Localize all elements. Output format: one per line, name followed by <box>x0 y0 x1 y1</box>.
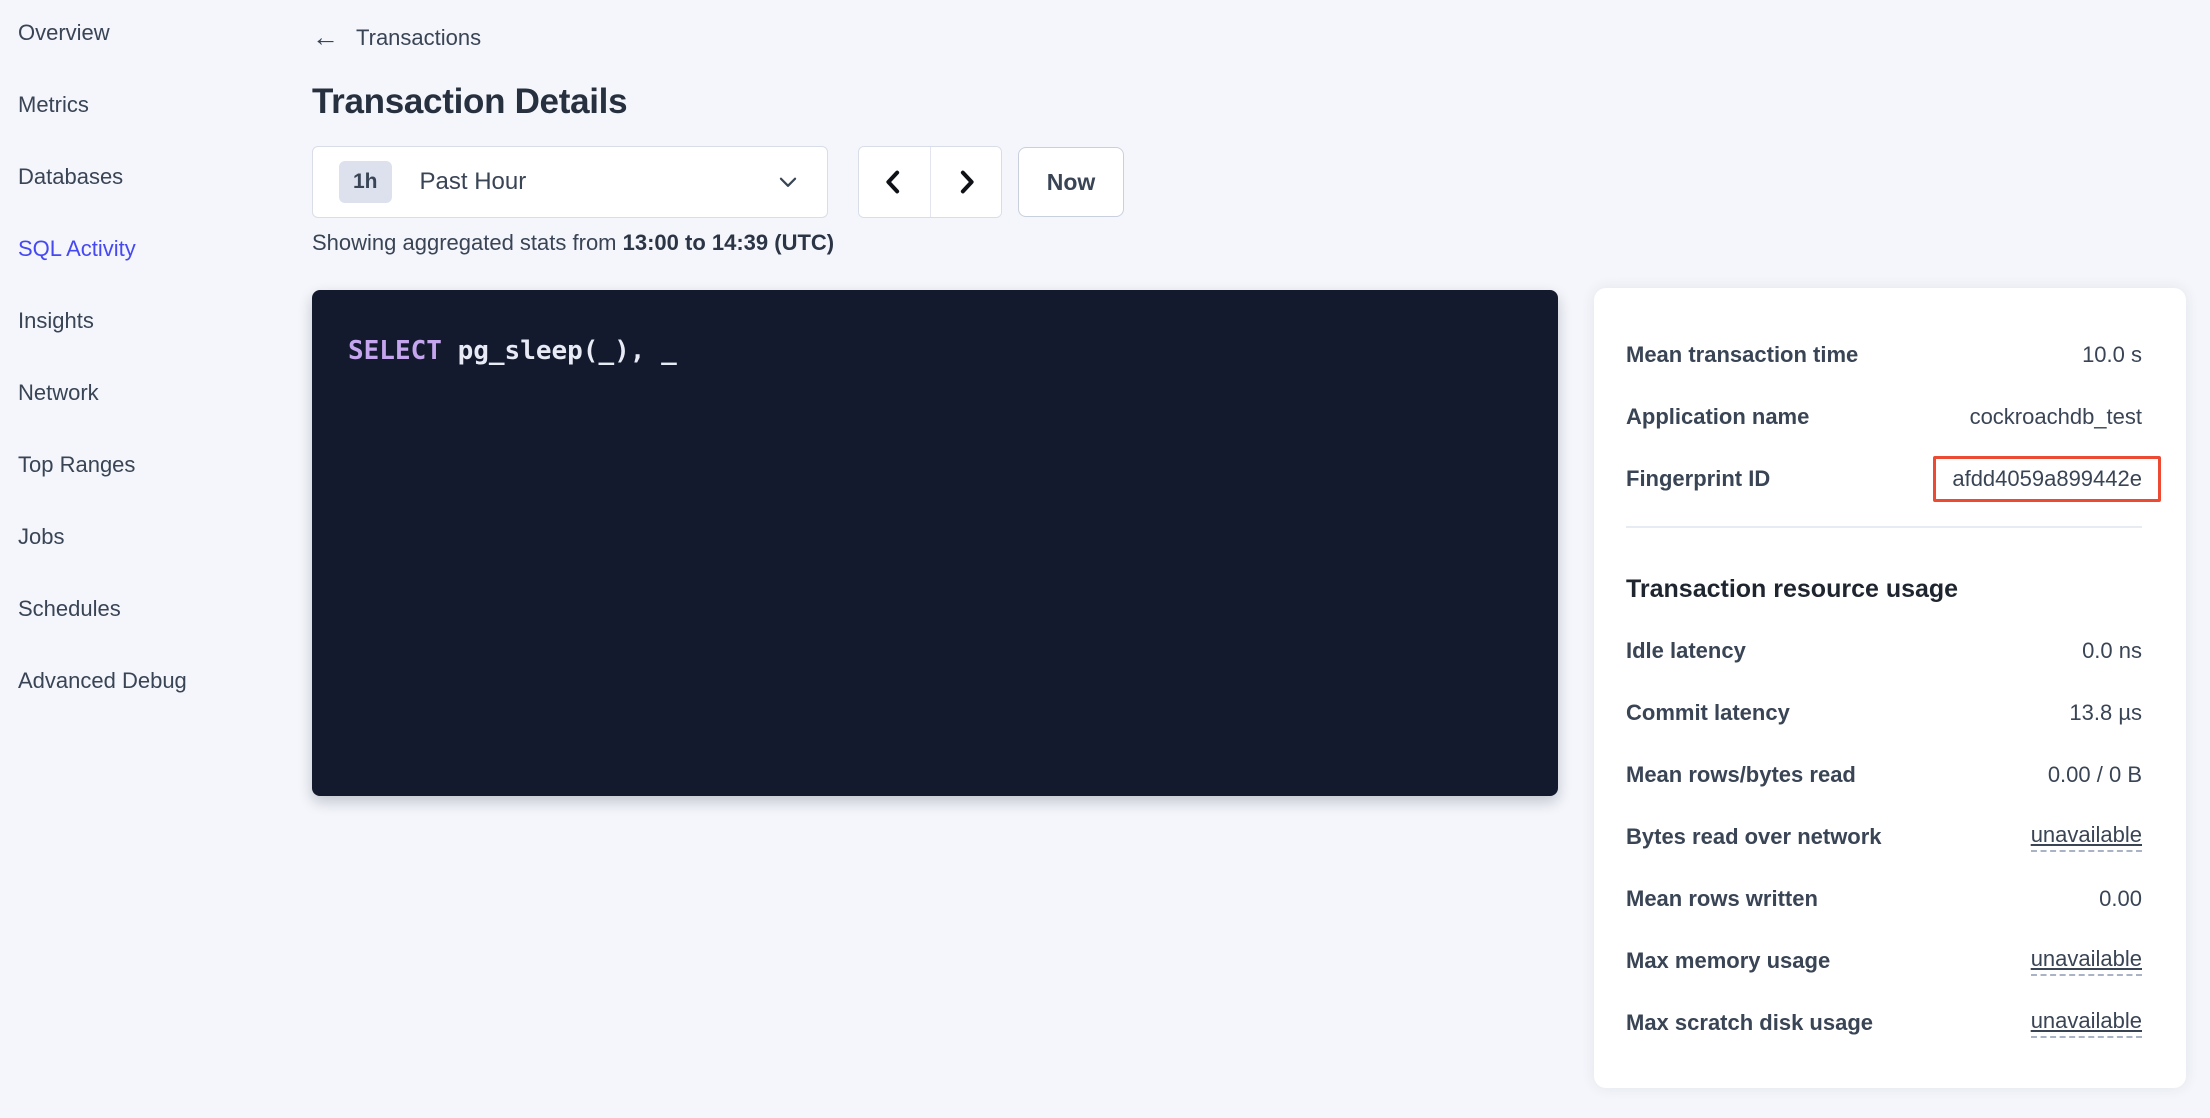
sidebar-item-top-ranges[interactable]: Top Ranges <box>0 429 282 501</box>
detail-value-unavailable: unavailable <box>2031 946 2142 976</box>
detail-row-bytes-read-over-network: Bytes read over network unavailable <box>1626 806 2142 868</box>
detail-row-mean-transaction-time: Mean transaction time 10.0 s <box>1626 324 2142 386</box>
left-arrow-icon: ← <box>312 24 339 51</box>
aggregated-stats-caption: Showing aggregated stats from 13:00 to 1… <box>312 230 834 256</box>
sidebar-item-databases[interactable]: Databases <box>0 141 282 213</box>
card-divider <box>1626 526 2142 528</box>
sidebar: Overview Metrics Databases SQL Activity … <box>0 0 282 717</box>
detail-label: Mean rows/bytes read <box>1626 762 1856 788</box>
sidebar-item-metrics[interactable]: Metrics <box>0 69 282 141</box>
time-range-badge: 1h <box>339 161 392 203</box>
detail-value: cockroachdb_test <box>1970 404 2142 430</box>
detail-row-mean-rows-written: Mean rows written 0.00 <box>1626 868 2142 930</box>
detail-label: Max memory usage <box>1626 948 1830 974</box>
detail-value: 0.0 ns <box>2082 638 2142 664</box>
sidebar-item-sql-activity[interactable]: SQL Activity <box>0 213 282 285</box>
detail-label: Bytes read over network <box>1626 824 1882 850</box>
chevron-down-icon <box>775 169 801 195</box>
detail-row-max-memory-usage: Max memory usage unavailable <box>1626 930 2142 992</box>
detail-label: Max scratch disk usage <box>1626 1010 1873 1036</box>
detail-row-idle-latency: Idle latency 0.0 ns <box>1626 620 2142 682</box>
time-controls: 1h Past Hour Now <box>312 146 1124 218</box>
time-range-selected-label: Past Hour <box>420 168 527 196</box>
detail-label: Idle latency <box>1626 638 1746 664</box>
detail-value: 0.00 <box>2099 886 2142 912</box>
detail-label: Application name <box>1626 404 1809 430</box>
transaction-details-card: Mean transaction time 10.0 s Application… <box>1594 288 2186 1088</box>
sidebar-item-network[interactable]: Network <box>0 357 282 429</box>
sidebar-item-jobs[interactable]: Jobs <box>0 501 282 573</box>
detail-value-unavailable: unavailable <box>2031 822 2142 852</box>
detail-value: 13.8 µs <box>2069 700 2142 726</box>
detail-label: Mean transaction time <box>1626 342 1858 368</box>
detail-label: Fingerprint ID <box>1626 466 1770 492</box>
next-interval-button[interactable] <box>931 147 1002 217</box>
now-button[interactable]: Now <box>1018 147 1124 217</box>
resource-usage-section-title: Transaction resource usage <box>1626 568 2142 610</box>
sidebar-item-insights[interactable]: Insights <box>0 285 282 357</box>
detail-row-application-name: Application name cockroachdb_test <box>1626 386 2142 448</box>
detail-row-commit-latency: Commit latency 13.8 µs <box>1626 682 2142 744</box>
detail-label: Commit latency <box>1626 700 1790 726</box>
detail-row-mean-rows-bytes-read: Mean rows/bytes read 0.00 / 0 B <box>1626 744 2142 806</box>
breadcrumb-label: Transactions <box>356 25 481 51</box>
breadcrumb-back-transactions[interactable]: ← Transactions <box>312 24 481 51</box>
caption-time-range: 13:00 to 14:39 (UTC) <box>623 230 835 255</box>
fingerprint-id-value-highlight-box[interactable]: afdd4059a899442e <box>1933 456 2161 502</box>
sidebar-item-schedules[interactable]: Schedules <box>0 573 282 645</box>
detail-label: Mean rows written <box>1626 886 1818 912</box>
sql-statement-box: SELECT pg_sleep(_), _ <box>312 290 1558 796</box>
page-title: Transaction Details <box>312 82 627 122</box>
time-step-button-group <box>858 146 1002 218</box>
time-range-select[interactable]: 1h Past Hour <box>312 146 828 218</box>
sql-statement-text: SELECT pg_sleep(_), _ <box>348 336 1522 366</box>
detail-value-unavailable: unavailable <box>2031 1008 2142 1038</box>
chevron-left-icon <box>879 165 909 199</box>
detail-value: 10.0 s <box>2082 342 2142 368</box>
detail-value: 0.00 / 0 B <box>2048 762 2142 788</box>
sql-code-rest: pg_sleep(_), _ <box>442 336 677 366</box>
sidebar-item-overview[interactable]: Overview <box>0 0 282 69</box>
chevron-right-icon <box>951 165 981 199</box>
detail-row-fingerprint-id: Fingerprint ID afdd4059a899442e <box>1626 448 2142 510</box>
caption-prefix: Showing aggregated stats from <box>312 230 623 255</box>
detail-row-max-scratch-disk-usage: Max scratch disk usage unavailable <box>1626 992 2142 1054</box>
sql-keyword: SELECT <box>348 336 442 366</box>
sidebar-item-advanced-debug[interactable]: Advanced Debug <box>0 645 282 717</box>
previous-interval-button[interactable] <box>859 147 931 217</box>
